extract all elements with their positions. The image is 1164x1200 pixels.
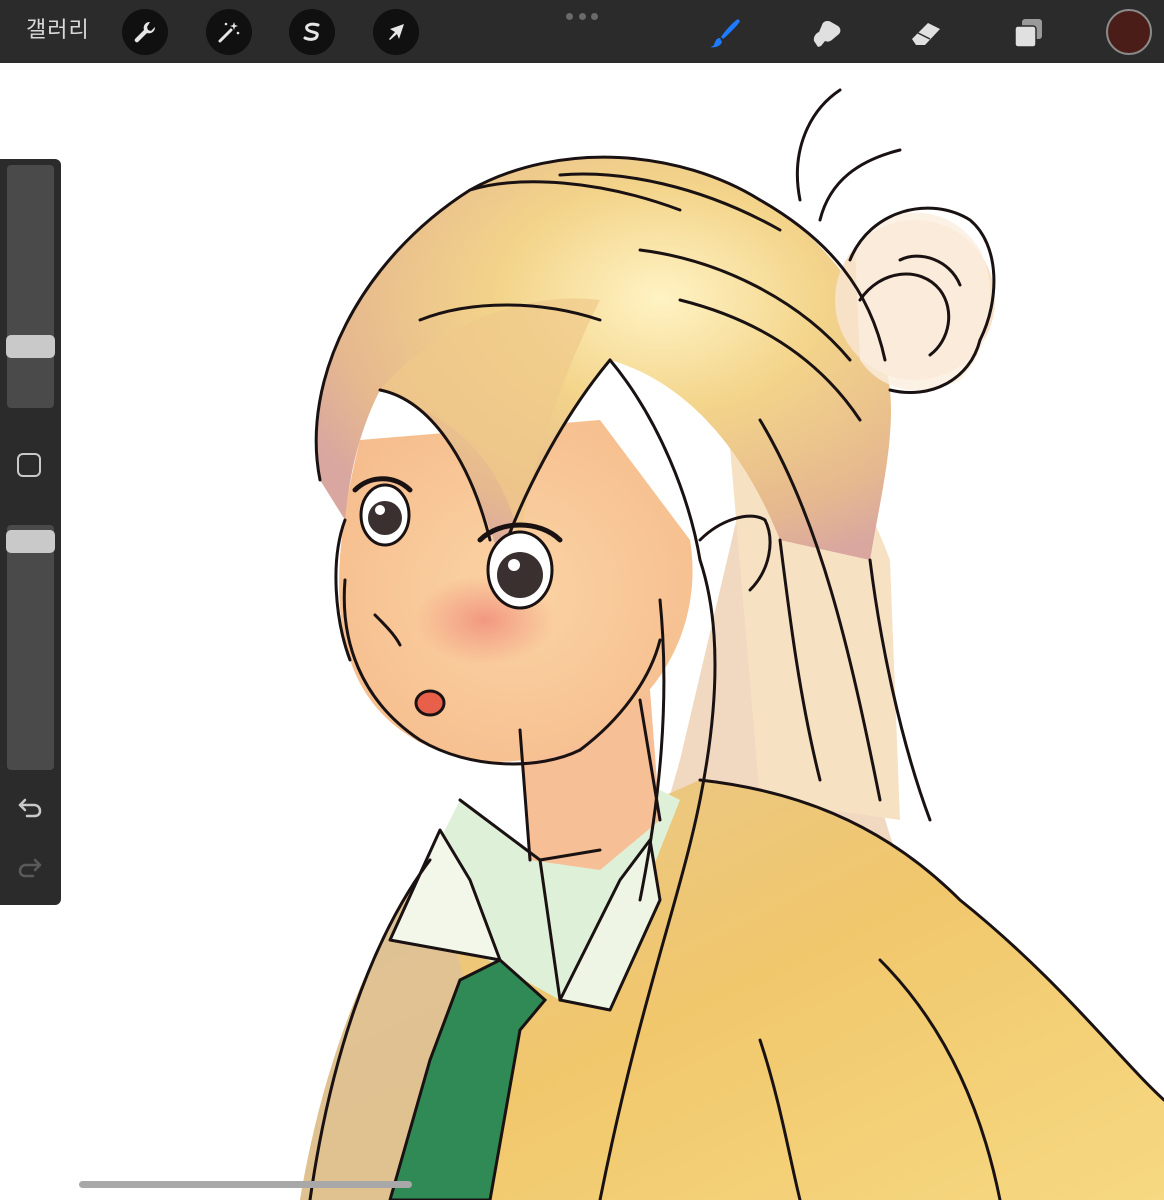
top-toolbar: 갤러리	[0, 0, 1164, 63]
undo-button[interactable]	[15, 795, 45, 821]
gallery-button[interactable]: 갤러리	[26, 14, 90, 48]
eraser-tool-button[interactable]	[906, 13, 946, 53]
brush-size-slider[interactable]	[6, 165, 55, 408]
side-toolbar	[0, 159, 61, 905]
magic-wand-icon	[218, 22, 240, 43]
color-picker-button[interactable]	[1106, 9, 1152, 55]
toolbar-drag-handle[interactable]	[566, 13, 598, 21]
redo-icon	[18, 858, 42, 878]
home-indicator[interactable]	[79, 1181, 412, 1188]
opacity-slider[interactable]	[6, 525, 55, 770]
layers-icon	[1014, 19, 1042, 48]
brush-size-thumb[interactable]	[6, 335, 55, 358]
adjustments-button[interactable]	[206, 9, 252, 55]
selection-button[interactable]	[289, 9, 335, 55]
brush-icon	[710, 19, 740, 48]
arrow-cursor-icon	[389, 24, 404, 40]
undo-icon	[18, 798, 42, 818]
selection-s-icon	[303, 22, 320, 41]
drawing-canvas[interactable]	[0, 63, 1164, 1200]
actions-button[interactable]	[122, 9, 168, 55]
transform-button[interactable]	[373, 9, 419, 55]
wrench-icon	[134, 21, 156, 43]
smudge-finger-icon	[813, 21, 841, 47]
smudge-tool-button[interactable]	[806, 13, 846, 53]
opacity-thumb[interactable]	[6, 530, 55, 553]
eraser-icon	[912, 23, 940, 45]
modify-button[interactable]	[17, 453, 41, 477]
layers-button[interactable]	[1008, 13, 1048, 53]
redo-button[interactable]	[15, 855, 45, 881]
illustration-artwork	[300, 88, 1164, 1200]
paint-tool-button[interactable]	[706, 13, 746, 53]
